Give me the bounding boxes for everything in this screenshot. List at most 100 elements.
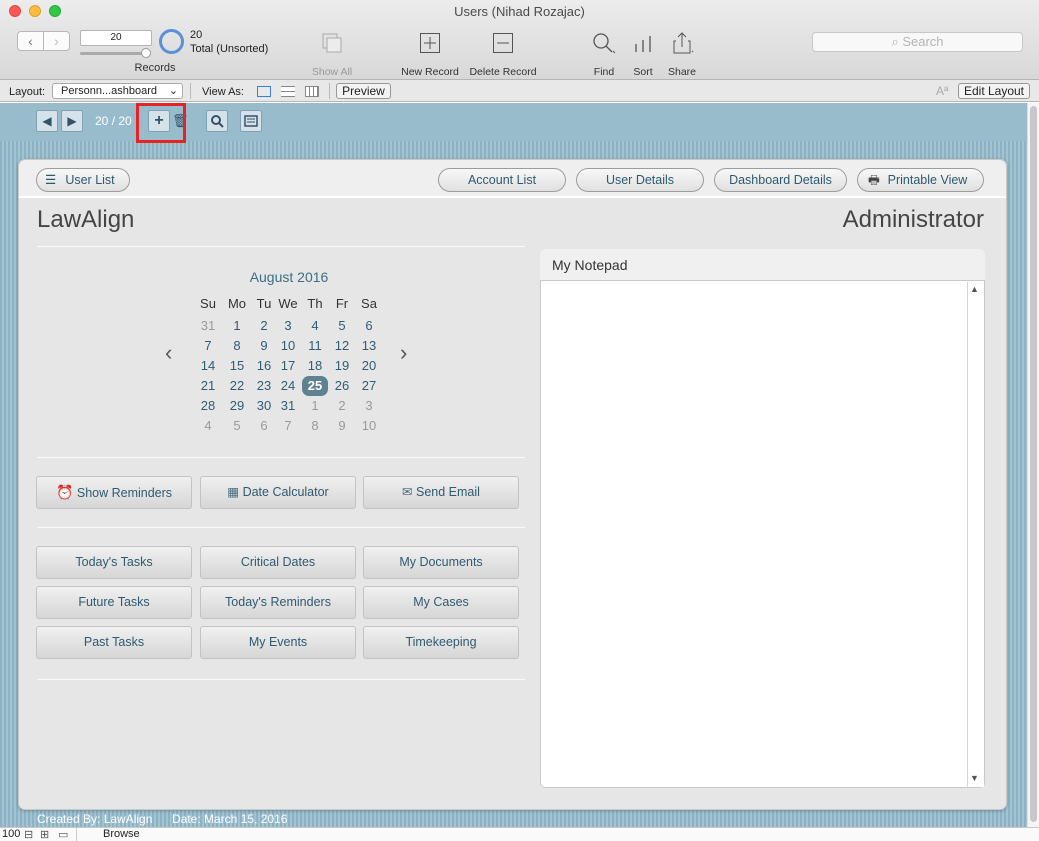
text-format-icon[interactable]: Aª	[936, 84, 948, 98]
user-details-button[interactable]: User Details	[576, 168, 704, 192]
user-list-button[interactable]: ☰ User List	[36, 168, 130, 192]
user-list-label: User List	[65, 173, 115, 187]
list-view-icon[interactable]	[281, 86, 295, 97]
prev-record-arrow-icon[interactable]: ◀	[36, 110, 58, 132]
record-number-field[interactable]: 20	[80, 30, 152, 46]
calendar-day[interactable]: 6	[251, 416, 277, 436]
calendar-day[interactable]: 2	[251, 316, 277, 336]
calendar-day[interactable]: 19	[329, 356, 355, 376]
zoom-in-icon[interactable]: ⊞	[40, 828, 49, 841]
calendar-day[interactable]: 9	[329, 416, 355, 436]
calendar-day[interactable]: 17	[275, 356, 301, 376]
share-button[interactable]: Share	[664, 30, 700, 78]
calendar-day[interactable]: 27	[356, 376, 382, 396]
calendar-day[interactable]: 5	[329, 316, 355, 336]
record-slider-knob[interactable]	[141, 48, 151, 58]
calendar-day[interactable]: 1	[224, 316, 250, 336]
past-tasks-button[interactable]: Past Tasks	[36, 626, 192, 659]
calendar-day[interactable]: 21	[195, 376, 221, 396]
new-record-button[interactable]: New Record	[398, 30, 462, 78]
calendar-day[interactable]: 16	[251, 356, 277, 376]
send-email-button[interactable]: ✉ Send Email	[363, 476, 519, 509]
calendar-day[interactable]: 14	[195, 356, 221, 376]
calendar-day[interactable]: 18	[302, 356, 328, 376]
calendar-day[interactable]: 6	[356, 316, 382, 336]
calendar-day[interactable]: 13	[356, 336, 382, 356]
find-magnifier-icon[interactable]	[206, 110, 228, 132]
date-calculator-button[interactable]: ▦ Date Calculator	[200, 476, 356, 509]
calendar-day[interactable]: 12	[329, 336, 355, 356]
sort-button[interactable]: Sort	[628, 30, 658, 78]
calendar-day[interactable]: 30	[251, 396, 277, 416]
card-view-icon[interactable]	[240, 110, 262, 132]
todays-tasks-button[interactable]: Today's Tasks	[36, 546, 192, 579]
timekeeping-button[interactable]: Timekeeping	[363, 626, 519, 659]
previous-record-button[interactable]: ‹	[17, 31, 44, 51]
calendar-day[interactable]: 8	[224, 336, 250, 356]
mode-indicator[interactable]: Browse	[103, 828, 140, 840]
calendar-day[interactable]: 9	[251, 336, 277, 356]
search-field[interactable]: ⌕ Search	[812, 32, 1023, 52]
calendar-day[interactable]: 15	[224, 356, 250, 376]
layout-select[interactable]: Personn...ashboard ⌄	[52, 83, 183, 99]
table-view-icon[interactable]	[305, 86, 319, 97]
record-slider[interactable]	[80, 52, 150, 55]
show-all-button[interactable]: Show All	[306, 30, 358, 78]
divider	[37, 679, 525, 680]
delete-record-button[interactable]: Delete Record	[466, 30, 540, 78]
my-events-button[interactable]: My Events	[200, 626, 356, 659]
calendar-day[interactable]: 20	[356, 356, 382, 376]
printable-view-label: Printable View	[887, 173, 968, 187]
calendar-day[interactable]: 24	[275, 376, 301, 396]
calendar-day-today[interactable]: 25	[302, 376, 328, 396]
notepad-title: My Notepad	[552, 257, 628, 273]
calendar-day[interactable]: 8	[302, 416, 328, 436]
calendar-prev-icon[interactable]: ‹	[165, 340, 172, 366]
calendar-next-icon[interactable]: ›	[400, 340, 407, 366]
my-documents-button[interactable]: My Documents	[363, 546, 519, 579]
critical-dates-button[interactable]: Critical Dates	[200, 546, 356, 579]
calendar-day[interactable]: 29	[224, 396, 250, 416]
calendar-day[interactable]: 28	[195, 396, 221, 416]
calendar-day[interactable]: 26	[329, 376, 355, 396]
calendar-day[interactable]: 2	[329, 396, 355, 416]
calendar-day[interactable]: 23	[251, 376, 277, 396]
calendar-day[interactable]: 3	[275, 316, 301, 336]
calendar-day[interactable]: 1	[302, 396, 328, 416]
next-record-button[interactable]: ›	[43, 31, 70, 51]
preview-button[interactable]: Preview	[336, 83, 391, 99]
toggle-toolbar-icon[interactable]: ▭	[58, 828, 68, 841]
my-cases-button[interactable]: My Cases	[363, 586, 519, 619]
next-record-arrow-icon[interactable]: ▶	[61, 110, 83, 132]
notepad-scrollbar[interactable]	[967, 282, 984, 787]
scroll-up-icon[interactable]: ▲	[970, 284, 979, 294]
calendar-day[interactable]: 31	[195, 316, 221, 336]
todays-reminders-button[interactable]: Today's Reminders	[200, 586, 356, 619]
calendar-day[interactable]: 7	[275, 416, 301, 436]
scroll-down-icon[interactable]: ▼	[970, 773, 979, 783]
calendar-day[interactable]: 4	[302, 316, 328, 336]
form-view-icon[interactable]	[257, 86, 271, 97]
window-scrollbar-thumb[interactable]	[1030, 106, 1037, 822]
future-tasks-button[interactable]: Future Tasks	[36, 586, 192, 619]
edit-layout-button[interactable]: Edit Layout	[958, 83, 1030, 99]
notepad-text-area[interactable]	[541, 282, 966, 787]
calendar-day[interactable]: 22	[224, 376, 250, 396]
printable-view-button[interactable]: 🖶 Printable View	[857, 168, 984, 192]
calendar-day[interactable]: 7	[195, 336, 221, 356]
calendar-day[interactable]: 3	[356, 396, 382, 416]
calendar-day[interactable]: 10	[356, 416, 382, 436]
calendar-day[interactable]: 5	[224, 416, 250, 436]
account-list-button[interactable]: Account List	[438, 168, 566, 192]
zoom-out-icon[interactable]: ⊟	[24, 828, 33, 841]
printer-icon: 🖶	[868, 173, 880, 187]
show-reminders-button[interactable]: ⏰ Show Reminders	[36, 476, 192, 509]
calendar-day[interactable]: 4	[195, 416, 221, 436]
dashboard-details-button[interactable]: Dashboard Details	[714, 168, 847, 192]
zoom-level[interactable]: 100	[2, 828, 20, 840]
calendar-day[interactable]: 31	[275, 396, 301, 416]
calendar-day[interactable]: 10	[275, 336, 301, 356]
find-button[interactable]: Find	[586, 30, 622, 78]
window-title: Users (Nihad Rozajac)	[454, 4, 585, 19]
calendar-day[interactable]: 11	[302, 336, 328, 356]
